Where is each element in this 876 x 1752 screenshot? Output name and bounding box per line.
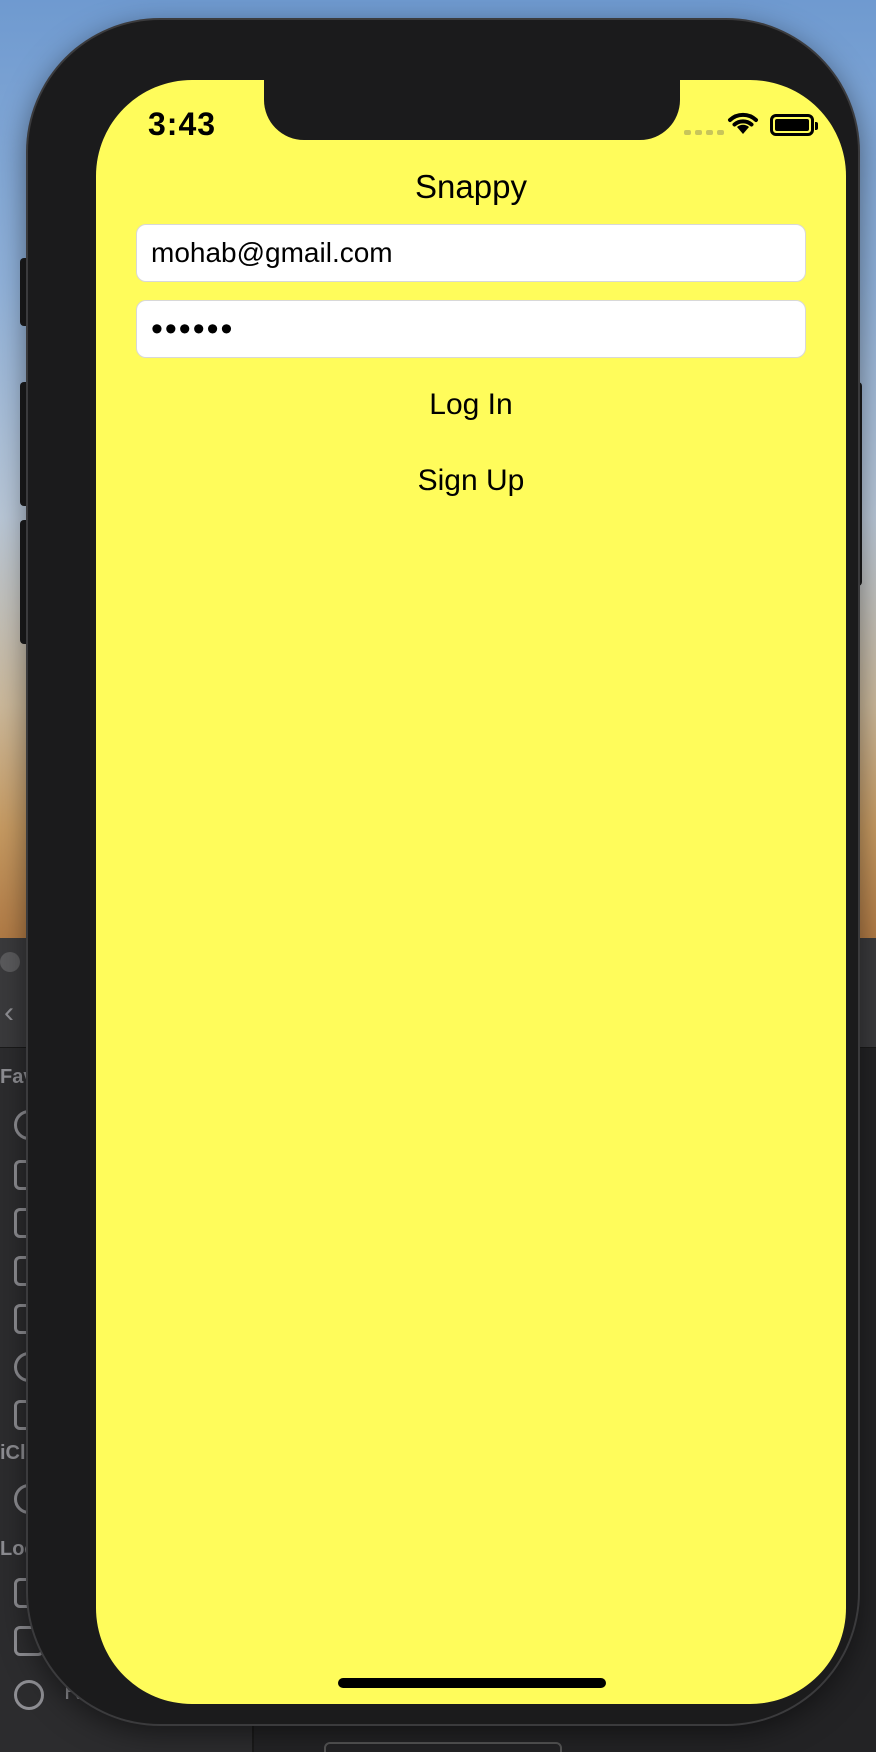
cellular-signal-icon	[684, 130, 724, 135]
wifi-icon	[728, 112, 758, 134]
notch	[264, 80, 680, 140]
login-button[interactable]: Log In	[96, 388, 846, 422]
home-indicator[interactable]	[338, 1678, 606, 1688]
signup-button[interactable]: Sign Up	[96, 464, 846, 498]
password-field[interactable]: ••••••	[136, 300, 806, 358]
sidebar-section-icloud: iCl	[0, 1442, 26, 1464]
finder-path-control	[324, 1742, 562, 1752]
window-close-dot[interactable]	[0, 952, 20, 972]
phone-screen: 3:43 Snappy •••••• Log In Sign Up	[96, 80, 846, 1704]
email-field[interactable]	[136, 224, 806, 282]
disc-icon[interactable]	[14, 1680, 44, 1710]
battery-icon	[770, 114, 818, 136]
app-title: Snappy	[415, 168, 527, 205]
iphone-frame: 3:43 Snappy •••••• Log In Sign Up	[28, 20, 858, 1724]
status-time: 3:43	[148, 106, 217, 142]
